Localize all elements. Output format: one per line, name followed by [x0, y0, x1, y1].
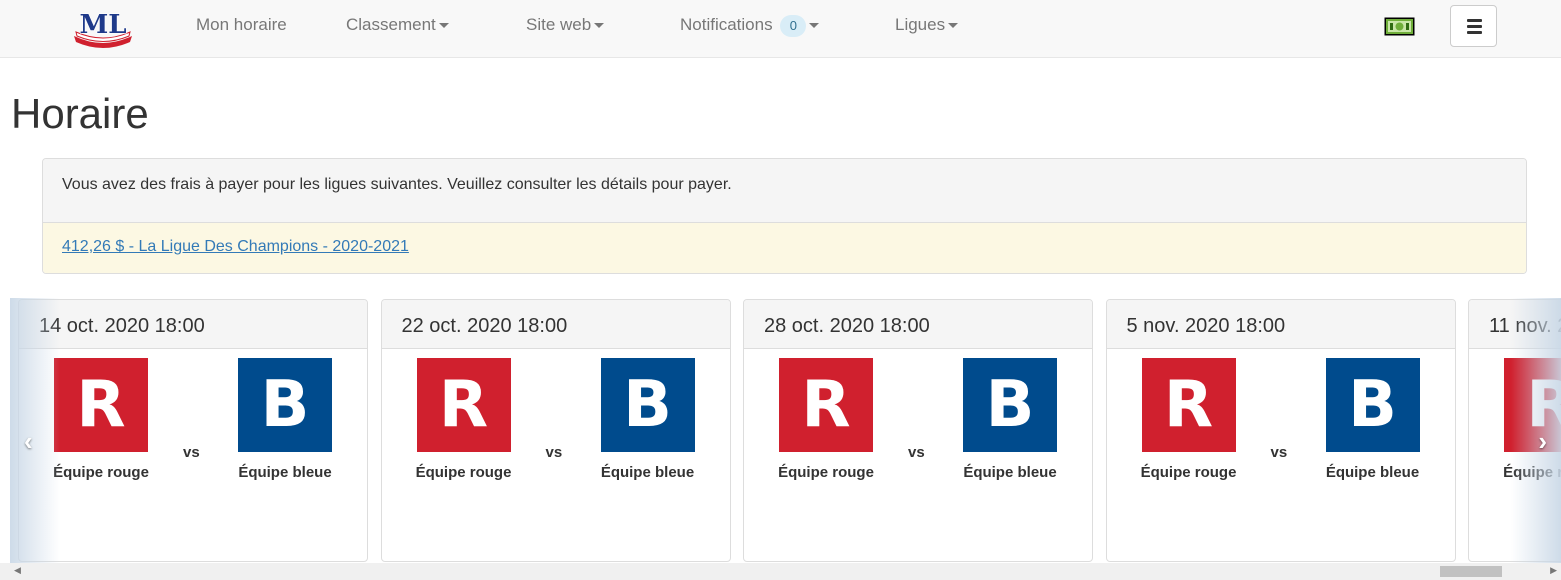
nav-classement-dropdown[interactable]: Classement — [346, 14, 449, 36]
home-team[interactable]: R Équipe rouge — [399, 358, 529, 481]
game-card[interactable]: 5 nov. 2020 18:00 R Équipe rouge vs B Équipe … — [1105, 299, 1456, 562]
nav-notifications-dropdown[interactable]: Notifications 0 — [680, 14, 820, 37]
home-team[interactable]: R Équipe rouge — [1124, 358, 1254, 481]
logo-text: ML — [79, 10, 126, 40]
caret-down-icon — [438, 23, 449, 29]
nav-ligues-label: Ligues — [895, 15, 946, 34]
away-team[interactable]: B Équipe bleue — [1308, 358, 1438, 481]
team-logo: R — [54, 358, 148, 452]
nav-mon-horaire[interactable]: Mon horaire — [196, 14, 287, 36]
horizontal-scrollbar[interactable]: ◀ ▶ — [0, 563, 1561, 580]
away-team[interactable]: B Équipe bleue — [220, 358, 350, 481]
team-logo: R — [1141, 358, 1236, 452]
team-name: Équipe bleue — [600, 464, 695, 481]
carousel-prev-control[interactable]: ‹ — [10, 298, 60, 580]
caret-down-icon — [948, 23, 959, 29]
game-date: 5 nov. 2020 18:00 — [1106, 300, 1455, 349]
team-logo: R — [779, 358, 873, 452]
scroll-left-arrow-icon[interactable]: ◀ — [14, 565, 21, 576]
caret-down-icon — [809, 23, 820, 29]
fees-message: Vous avez des frais à payer pour les lig… — [43, 159, 1526, 223]
team-logo: B — [600, 358, 695, 452]
team-logo: R — [416, 358, 511, 452]
game-card[interactable]: 28 oct. 2020 18:00 R Équipe rouge vs B Équipe… — [743, 299, 1093, 562]
carousel-next-control[interactable]: › — [1511, 298, 1561, 580]
hamburger-menu-button[interactable] — [1450, 5, 1497, 47]
fees-row: 412,26 $ - La Ligue Des Champions - 2020… — [43, 223, 1526, 273]
top-navbar: ML Mon horaire Classement Site web Notif… — [0, 0, 1561, 58]
game-date: 28 oct. 2020 18:00 — [744, 300, 1092, 349]
nav-notifications-label: Notifications — [680, 15, 773, 34]
vs-label: vs — [908, 444, 925, 461]
team-name: Équipe rouge — [1140, 464, 1237, 481]
page-title: Horaire — [11, 90, 149, 137]
fees-link[interactable]: 412,26 $ - La Ligue Des Champions - 2020… — [62, 238, 409, 255]
team-name: Équipe rouge — [778, 464, 874, 481]
money-icon[interactable] — [1384, 17, 1415, 36]
hamburger-menu-icon — [1467, 19, 1482, 22]
chevron-right-icon: › — [1538, 426, 1547, 456]
hamburger-bar — [1467, 31, 1482, 34]
notifications-count-badge: 0 — [780, 14, 807, 37]
vs-label: vs — [183, 444, 200, 461]
team-name: Équipe rouge — [415, 464, 512, 481]
games-carousel: 14 oct. 2020 18:00 R Équipe rouge vs B Équipe… — [10, 298, 1561, 580]
game-date: 22 oct. 2020 18:00 — [381, 300, 730, 349]
nav-ligues-dropdown[interactable]: Ligues — [895, 14, 959, 36]
caret-down-icon — [594, 23, 605, 29]
game-card[interactable]: 22 oct. 2020 18:00 R Équipe rouge vs B Équipe… — [380, 299, 731, 562]
nav-site-web-dropdown[interactable]: Site web — [526, 14, 605, 36]
nav-site-web-label: Site web — [526, 15, 592, 34]
team-name: Équipe bleue — [963, 464, 1057, 481]
nav-classement-label: Classement — [346, 15, 436, 34]
team-name: Équipe bleue — [238, 464, 332, 481]
home-team[interactable]: R Équipe rouge — [761, 358, 891, 481]
away-team[interactable]: B Équipe bleue — [583, 358, 713, 481]
team-name: Équipe bleue — [1325, 464, 1420, 481]
vs-label: vs — [1270, 444, 1288, 461]
team-logo: B — [238, 358, 332, 452]
fees-alert-panel: Vous avez des frais à payer pour les lig… — [42, 158, 1527, 274]
team-logo: B — [963, 358, 1057, 452]
away-team[interactable]: B Équipe bleue — [945, 358, 1075, 481]
team-logo: B — [1325, 358, 1420, 452]
game-card[interactable]: 14 oct. 2020 18:00 R Équipe rouge vs B Équipe… — [18, 299, 368, 562]
game-date: 14 oct. 2020 18:00 — [19, 300, 367, 349]
league-logo[interactable]: ML — [72, 6, 134, 48]
scrollbar-thumb[interactable] — [1440, 566, 1502, 577]
scroll-right-arrow-icon[interactable]: ▶ — [1550, 565, 1557, 576]
vs-label: vs — [545, 444, 563, 461]
chevron-left-icon: ‹ — [24, 426, 33, 456]
hamburger-bar — [1467, 25, 1482, 28]
nav-mon-horaire-label: Mon horaire — [196, 15, 287, 34]
